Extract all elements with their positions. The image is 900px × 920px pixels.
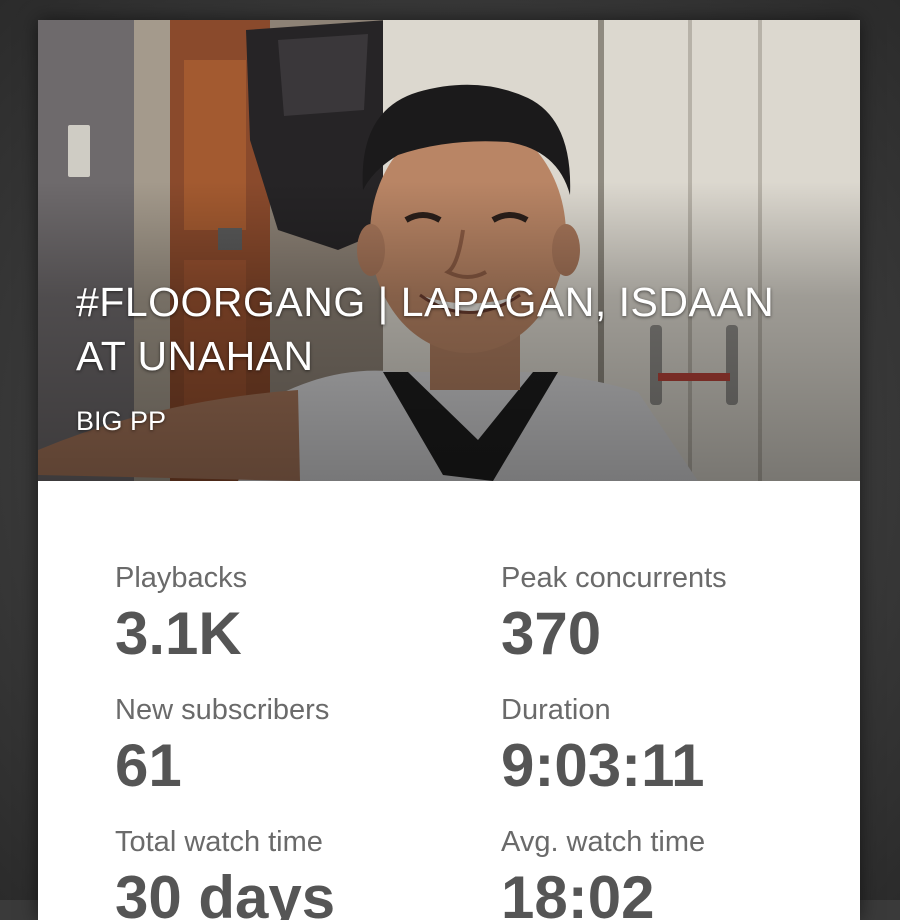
stat-value: 3.1K	[115, 600, 242, 667]
stat-label: New subscribers	[115, 694, 330, 726]
stat-value: 18:02	[501, 864, 655, 920]
stream-stats-grid: Playbacks 3.1K Peak concurrents 370 New …	[38, 481, 860, 920]
stat-value: 9:03:11	[501, 732, 705, 799]
screen-frame: #FLOORGANG | LAPAGAN, ISDAAN AT UNAHAN B…	[0, 0, 900, 920]
stat-avg-watch-time: Avg. watch time 18:02	[501, 825, 860, 920]
stat-label: Playbacks	[115, 562, 248, 594]
stat-label: Avg. watch time	[501, 826, 706, 858]
stream-title: #FLOORGANG | LAPAGAN, ISDAAN AT UNAHAN	[76, 279, 775, 379]
stat-value: 370	[501, 600, 602, 667]
stat-playbacks: Playbacks 3.1K	[115, 561, 475, 667]
stat-peak-concurrents: Peak concurrents 370	[501, 561, 860, 667]
stat-total-watch-time: Total watch time 30 days	[115, 825, 475, 920]
channel-name: BIG PP	[76, 406, 167, 436]
stat-value: 30 days	[115, 864, 336, 920]
stream-thumbnail[interactable]: #FLOORGANG | LAPAGAN, ISDAAN AT UNAHAN B…	[38, 20, 860, 481]
stat-label: Peak concurrents	[501, 562, 727, 594]
stat-value: 61	[115, 732, 182, 799]
stream-summary-card: #FLOORGANG | LAPAGAN, ISDAAN AT UNAHAN B…	[38, 20, 860, 920]
stat-new-subscribers: New subscribers 61	[115, 693, 475, 799]
stat-duration: Duration 9:03:11	[501, 693, 860, 799]
stat-label: Total watch time	[115, 826, 323, 858]
stat-label: Duration	[501, 694, 611, 726]
